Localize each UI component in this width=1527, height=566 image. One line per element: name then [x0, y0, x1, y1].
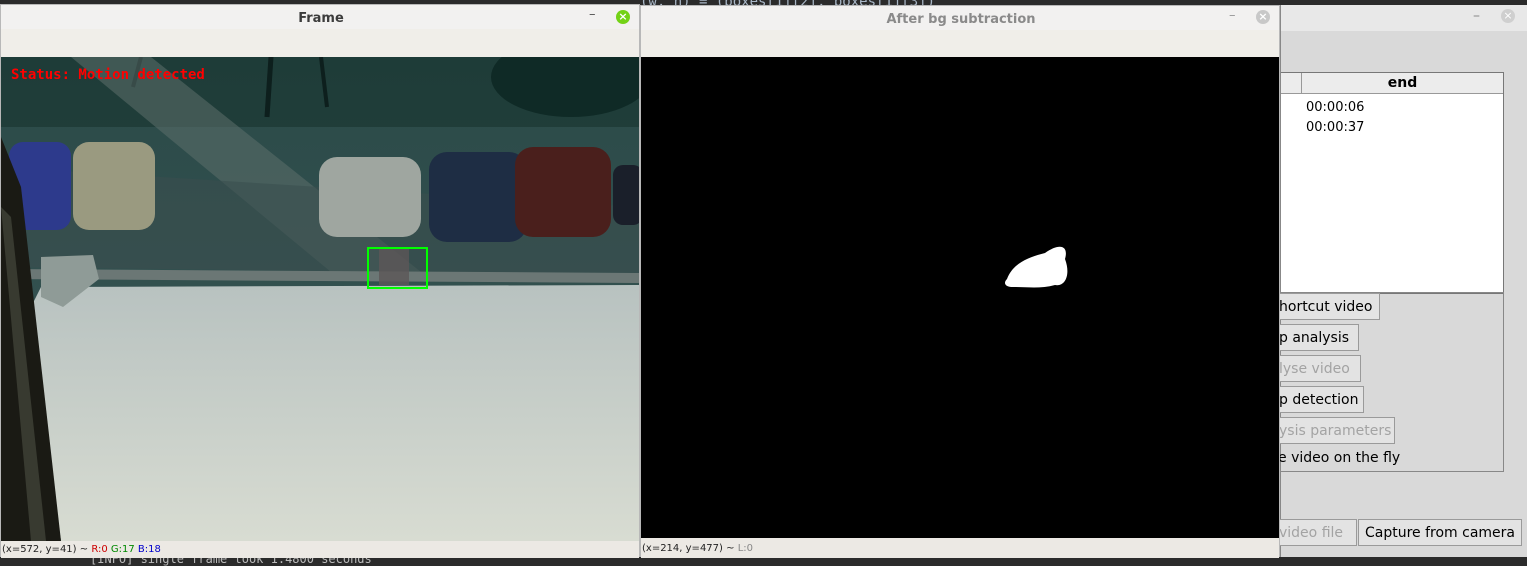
pixel-red-value: R:0 — [91, 544, 108, 555]
table-header: end — [1281, 73, 1503, 94]
motion-status-text: Status: Motion detected — [11, 67, 205, 83]
foreground-mask-image — [641, 57, 1279, 538]
window-title: After bg subtraction — [886, 12, 1036, 27]
status-bar: (x=214, y=477) ~ L:0 — [641, 538, 1279, 558]
camera-frame-image: Status: Motion detected — [1, 57, 639, 541]
frame-window: Frame – × Status: Motion detected (x=572… — [0, 4, 640, 558]
capture-from-camera-button[interactable]: Capture from camera — [1358, 519, 1522, 546]
video-on-the-fly-checkbox[interactable]: e video on the fly — [1278, 450, 1400, 466]
pixel-blue-value: B:18 — [137, 544, 161, 555]
minimize-icon[interactable]: – — [589, 7, 596, 22]
foreground-blob — [1005, 246, 1068, 288]
status-bar: (x=572, y=41) ~ R:0 G:17 B:18 — [1, 541, 639, 558]
pixel-coordinates: (x=572, y=41) ~ — [2, 544, 89, 555]
pixel-coordinates: (x=214, y=477) ~ — [642, 543, 735, 554]
pixel-green-value: G:17 — [110, 544, 135, 555]
table-row[interactable]: 00:00:37 — [1306, 120, 1364, 135]
analyse-video-button[interactable]: lyse video — [1273, 355, 1361, 382]
minimize-icon[interactable]: – — [1473, 8, 1480, 24]
close-icon[interactable]: × — [1501, 9, 1515, 23]
table-row[interactable]: 00:00:06 — [1306, 100, 1364, 115]
analysis-parameters-button[interactable]: ysis parameters — [1273, 417, 1395, 444]
motion-bounding-box — [367, 247, 428, 289]
close-icon[interactable]: × — [1256, 10, 1270, 24]
window-toolbar — [641, 30, 1279, 58]
shortcut-video-button[interactable]: hortcut video — [1273, 293, 1380, 320]
video-file-button[interactable]: video file — [1273, 519, 1357, 546]
window-title: Frame — [298, 11, 344, 26]
pixel-luminance: L:0 — [737, 543, 753, 554]
bg-subtraction-window: After bg subtraction – × (x=214, y=477) … — [640, 5, 1280, 558]
column-header-end[interactable]: end — [1302, 73, 1503, 93]
close-icon[interactable]: × — [616, 10, 630, 24]
stop-analysis-button[interactable]: p analysis — [1273, 324, 1359, 351]
segments-table[interactable]: end 00:00:06 00:00:37 — [1281, 72, 1504, 294]
minimize-icon[interactable]: – — [1229, 8, 1236, 23]
parking-lot-scene — [1, 57, 639, 541]
stop-detection-button[interactable]: p detection — [1273, 386, 1364, 413]
window-toolbar — [1, 29, 639, 58]
app-titlebar[interactable]: – × — [1281, 5, 1527, 31]
app-window: – × end 00:00:06 00:00:37 hortcut video … — [1271, 5, 1527, 557]
